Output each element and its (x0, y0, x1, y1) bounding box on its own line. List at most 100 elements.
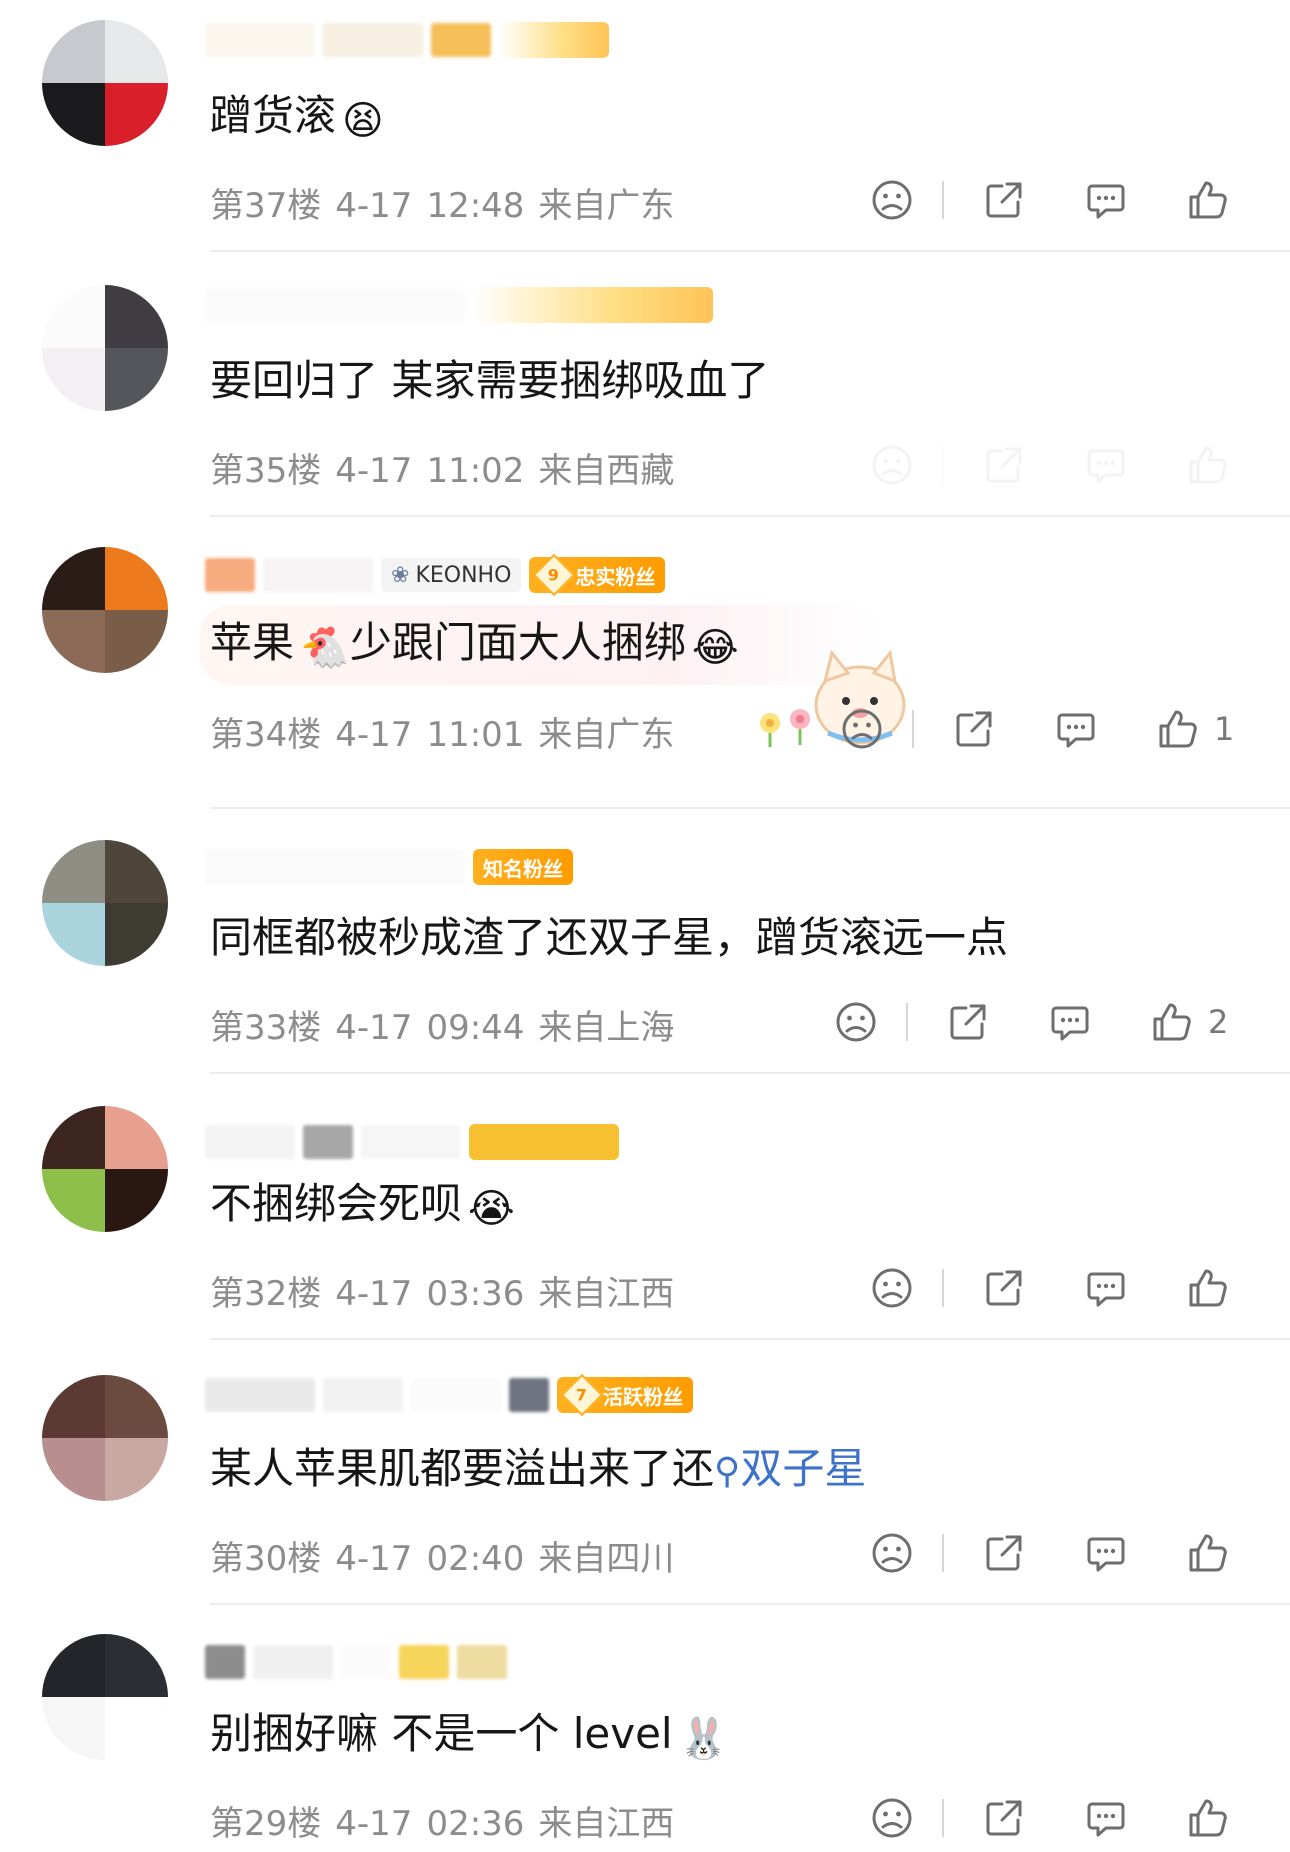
comment-date: 4-17 (335, 1539, 413, 1579)
avatar[interactable] (42, 1634, 168, 1760)
topic-link[interactable]: ⚲双子星 (714, 1444, 866, 1493)
comment-icon[interactable] (1084, 178, 1128, 222)
username-blurred[interactable] (323, 1378, 403, 1412)
thumbs-up-icon[interactable] (1150, 1000, 1194, 1044)
comment-divider (210, 1338, 1290, 1340)
exhausted-emoji-icon: 😫 (342, 98, 384, 144)
thumbs-up-icon[interactable] (1186, 178, 1230, 222)
username-blurred[interactable] (205, 285, 713, 325)
like-count: 1 (1214, 710, 1235, 748)
comment-divider (210, 1603, 1290, 1605)
action-bar (870, 1531, 1230, 1575)
username-blurred[interactable] (411, 1378, 501, 1412)
frown-icon[interactable] (834, 1000, 878, 1044)
comment-divider (210, 1072, 1290, 1074)
comment-date: 4-17 (335, 715, 413, 755)
thumbs-up-icon[interactable] (1186, 1796, 1230, 1840)
username-blurred[interactable] (205, 1122, 619, 1162)
share-icon[interactable] (982, 1531, 1026, 1575)
username-blurred[interactable] (263, 558, 373, 592)
username-blurred[interactable] (205, 850, 465, 884)
frown-icon[interactable] (870, 1796, 914, 1840)
username-blurred[interactable] (205, 558, 255, 592)
comment-icon[interactable] (1084, 1796, 1128, 1840)
comment-icon[interactable] (1054, 707, 1098, 751)
action-divider (942, 1269, 944, 1307)
thumbs-up-icon[interactable] (1156, 707, 1200, 751)
comment-text: 苹果 🐔少跟门面大人捆绑 😂 (210, 615, 739, 676)
comment-location: 来自广东 (538, 715, 675, 755)
floor-number: 第29楼 (210, 1804, 322, 1844)
username-blurred[interactable] (205, 20, 609, 60)
floor-number: 第37楼 (210, 186, 322, 226)
comment-icon[interactable] (1048, 1000, 1092, 1044)
fan-badge-label: 知名粉丝 (483, 856, 563, 881)
username-blurred[interactable] (205, 1378, 315, 1412)
comment-meta: 第34楼 4-17 11:01 来自广东 (210, 707, 674, 756)
share-icon[interactable] (982, 1796, 1026, 1840)
comment-time: 11:01 (426, 715, 525, 755)
avatar[interactable] (42, 1106, 168, 1232)
comment-time: 09:44 (426, 1008, 525, 1048)
frown-icon[interactable] (870, 443, 914, 487)
comment-divider (210, 515, 1290, 517)
floor-number: 第32楼 (210, 1274, 322, 1314)
avatar[interactable] (42, 20, 168, 146)
comment-date: 4-17 (335, 1804, 413, 1844)
avatar[interactable] (42, 285, 168, 411)
action-divider (942, 1534, 944, 1572)
fan-badge (473, 287, 713, 323)
comment-divider (210, 807, 1290, 809)
comment-meta: 第37楼 4-17 12:48 来自广东 (210, 178, 674, 227)
frown-icon[interactable] (870, 178, 914, 222)
fan-badge-label: 活跃粉丝 (603, 1384, 683, 1409)
fan-badge[interactable]: 知名粉丝 (473, 849, 573, 885)
share-icon[interactable] (982, 443, 1026, 487)
fan-badge[interactable]: 9 忠实粉丝 (529, 553, 666, 597)
comment-location: 来自江西 (538, 1274, 675, 1314)
action-bar-faded (870, 443, 1230, 487)
comment-text: 同框都被秒成渣了还双子星，蹭货滚远一点 (210, 913, 1009, 962)
frown-icon[interactable] (870, 1266, 914, 1310)
keonho-tag[interactable]: ❀ KEONHO (381, 558, 522, 592)
comment-time: 02:40 (426, 1539, 525, 1579)
fan-level-icon: 7 (560, 1373, 604, 1417)
thumbs-up-icon[interactable] (1186, 443, 1230, 487)
thumbs-up-icon[interactable] (1186, 1266, 1230, 1310)
floor-number: 第35楼 (210, 451, 322, 491)
fan-badge (469, 1124, 619, 1160)
avatar[interactable] (42, 840, 168, 966)
share-icon[interactable] (982, 178, 1026, 222)
comment-icon[interactable] (1084, 1531, 1128, 1575)
comment-location: 来自江西 (538, 1804, 675, 1844)
username-blurred[interactable] (205, 1642, 507, 1682)
comment-meta: 第29楼 4-17 02:36 来自江西 (210, 1796, 674, 1845)
frown-icon[interactable] (870, 1531, 914, 1575)
floor-number: 第30楼 (210, 1539, 322, 1579)
comment-location: 来自西藏 (538, 451, 675, 491)
comment-icon[interactable] (1084, 443, 1128, 487)
action-bar (870, 1266, 1230, 1310)
comment-time: 02:36 (426, 1804, 525, 1844)
share-icon[interactable] (946, 1000, 990, 1044)
username-row: 7 活跃粉丝 (205, 1373, 693, 1417)
avatar[interactable] (42, 547, 168, 673)
comment-date: 4-17 (335, 451, 413, 491)
crying-laughing-emoji-icon: 😭 (468, 1186, 515, 1232)
avatar[interactable] (42, 1375, 168, 1501)
comment-icon[interactable] (1084, 1266, 1128, 1310)
share-icon[interactable] (982, 1266, 1026, 1310)
action-divider (912, 710, 914, 748)
rooster-emoji-icon: 🐔 (300, 625, 350, 671)
comment-meta: 第30楼 4-17 02:40 来自四川 (210, 1531, 674, 1580)
fan-badge[interactable]: 7 活跃粉丝 (557, 1373, 693, 1417)
fan-badge-label: 忠实粉丝 (575, 564, 656, 589)
comment-time: 11:02 (426, 451, 525, 491)
username-blurred[interactable] (509, 1378, 549, 1412)
share-icon[interactable] (952, 707, 996, 751)
username-row: 知名粉丝 (205, 847, 573, 887)
flower-icon: ❀ (391, 562, 410, 588)
thumbs-up-icon[interactable] (1186, 1531, 1230, 1575)
frown-icon[interactable] (840, 707, 884, 751)
action-bar (870, 1796, 1230, 1840)
